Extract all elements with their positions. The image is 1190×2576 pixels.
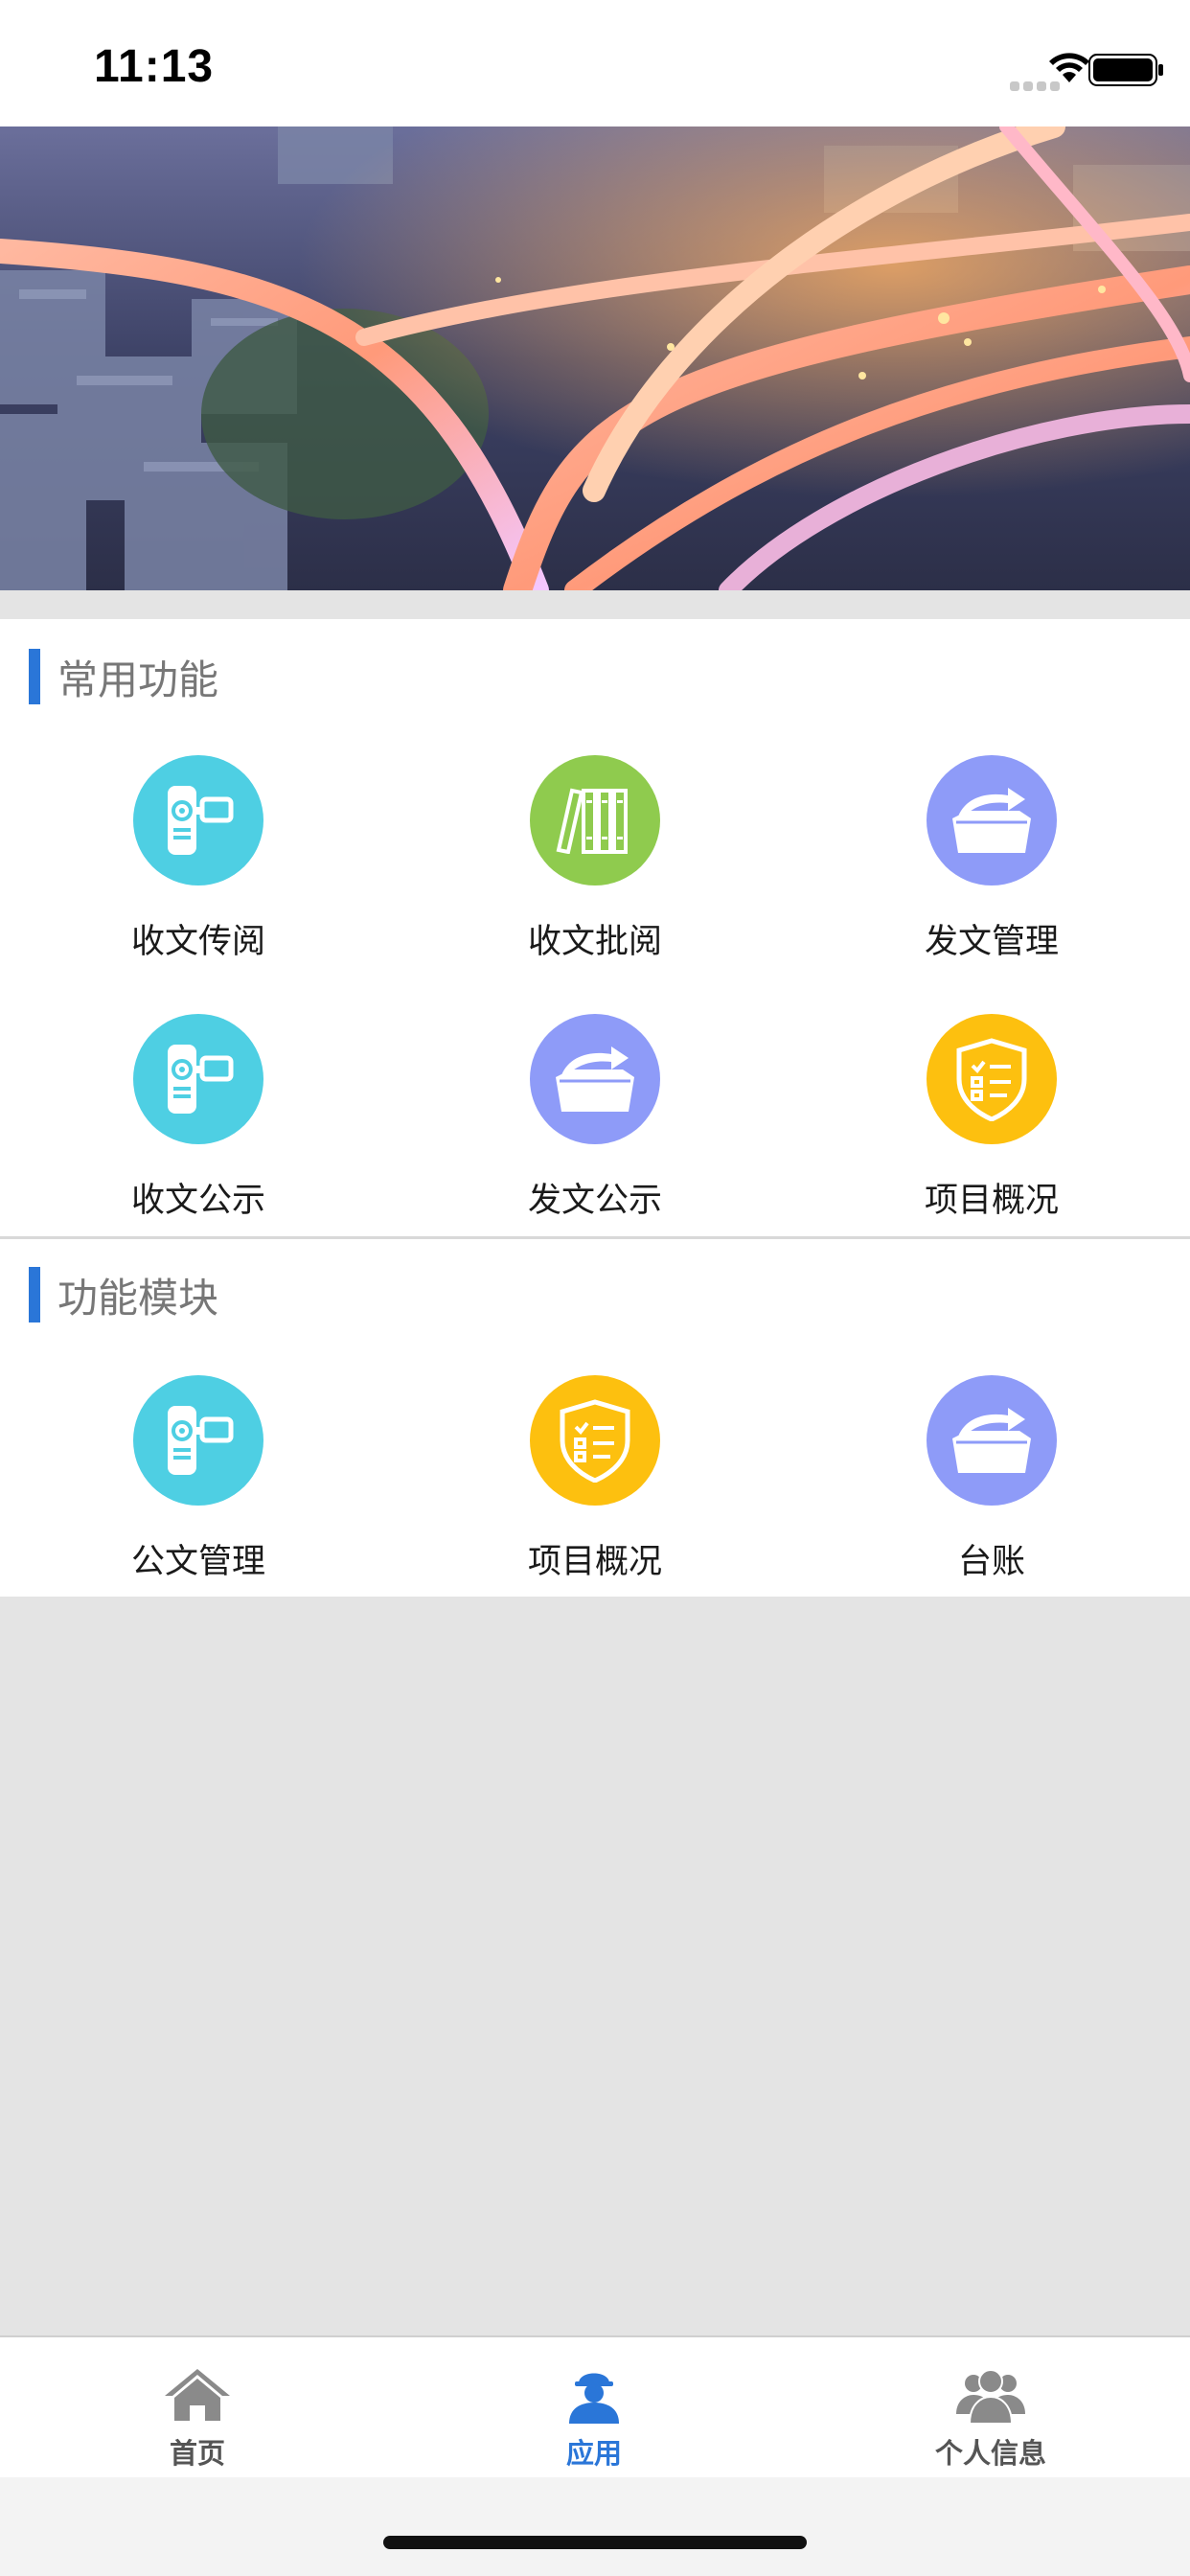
common-functions-section: 常用功能 收文传阅 收文批阅 发文管理 收文公示 发文公示 项目概况 xyxy=(0,619,1190,1236)
status-bar: 11:13 xyxy=(0,0,1190,126)
home-indicator[interactable] xyxy=(383,2536,807,2549)
app-item-label: 收文传阅 xyxy=(130,923,265,961)
tab-apps[interactable]: 应用 xyxy=(450,2337,738,2479)
home-indicator-area xyxy=(0,2477,1190,2576)
section-accent-bar xyxy=(29,649,40,704)
tab-label: 应用 xyxy=(565,2437,622,2470)
banner-image xyxy=(0,126,1190,590)
app-item-label: 公文管理 xyxy=(130,1543,265,1581)
app-item-dispatch-notice[interactable]: 发文公示 xyxy=(451,1014,739,1234)
camcorder-icon xyxy=(133,755,263,886)
app-item-dispatch-management[interactable]: 发文管理 xyxy=(848,755,1135,976)
home-icon xyxy=(159,2362,236,2426)
section-title: 功能模块 xyxy=(57,1274,219,1322)
section-accent-bar xyxy=(29,1267,40,1322)
folder-send-icon xyxy=(530,1014,660,1144)
folder-send-icon xyxy=(927,1375,1057,1506)
tab-label: 首页 xyxy=(169,2437,225,2470)
camcorder-icon xyxy=(133,1375,263,1506)
worker-icon xyxy=(556,2362,632,2426)
books-icon xyxy=(530,755,660,886)
app-item-project-overview[interactable]: 项目概况 xyxy=(848,1014,1135,1234)
tab-home[interactable]: 首页 xyxy=(54,2337,341,2479)
function-modules-section: 功能模块 公文管理 项目概况 台账 xyxy=(0,1239,1190,1597)
tab-profile[interactable]: 个人信息 xyxy=(847,2337,1134,2479)
tab-label: 个人信息 xyxy=(934,2437,1046,2470)
section-title: 常用功能 xyxy=(57,656,219,703)
app-item-document-management[interactable]: 公文管理 xyxy=(55,1375,342,1596)
battery-icon xyxy=(1088,54,1163,86)
section-header: 功能模块 xyxy=(29,1266,218,1323)
wifi-icon xyxy=(1049,53,1089,82)
app-item-ledger[interactable]: 台账 xyxy=(848,1375,1135,1596)
shield-checklist-icon xyxy=(530,1375,660,1506)
app-item-label: 发文公示 xyxy=(527,1182,662,1220)
app-item-label: 发文管理 xyxy=(924,923,1059,961)
shield-checklist-icon xyxy=(927,1014,1057,1144)
app-item-label: 收文批阅 xyxy=(527,923,662,961)
app-item-project-overview[interactable]: 项目概况 xyxy=(451,1375,739,1596)
app-item-receipt-circulation[interactable]: 收文传阅 xyxy=(55,755,342,976)
camcorder-icon xyxy=(133,1014,263,1144)
app-item-label: 收文公示 xyxy=(130,1182,265,1220)
app-item-receipt-review[interactable]: 收文批阅 xyxy=(451,755,739,976)
users-icon xyxy=(952,2362,1029,2426)
app-item-label: 台账 xyxy=(957,1543,1025,1581)
tab-bar: 首页 应用 个人信息 xyxy=(0,2335,1190,2477)
section-header: 常用功能 xyxy=(29,648,218,705)
app-item-receipt-notice[interactable]: 收文公示 xyxy=(55,1014,342,1234)
app-item-label: 项目概况 xyxy=(924,1182,1059,1220)
folder-send-icon xyxy=(927,755,1057,886)
status-time: 11:13 xyxy=(94,41,215,92)
app-item-label: 项目概况 xyxy=(527,1543,662,1581)
